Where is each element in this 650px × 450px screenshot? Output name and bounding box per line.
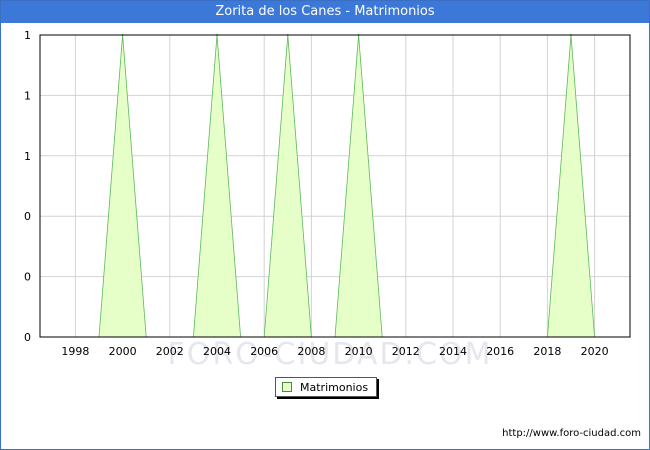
x-tick-label: 2012 <box>392 345 420 358</box>
y-tick-label: 0 <box>24 271 31 284</box>
x-tick-label: 2008 <box>297 345 325 358</box>
legend-swatch <box>282 382 292 392</box>
legend: Matrimonios <box>275 377 378 397</box>
y-tick-label: 1 <box>24 150 31 163</box>
y-tick-label: 1 <box>24 29 31 42</box>
x-tick-label: 1998 <box>61 345 89 358</box>
y-tick-label: 1 <box>24 89 31 102</box>
x-tick-label: 2014 <box>439 345 467 358</box>
x-tick-label: 2016 <box>486 345 514 358</box>
legend-label: Matrimonios <box>300 380 369 394</box>
x-tick-label: 2018 <box>533 345 561 358</box>
y-tick-label: 0 <box>24 210 31 223</box>
x-tick-label: 2006 <box>250 345 278 358</box>
y-axis: 0 0 0 1 1 1 <box>24 29 31 344</box>
x-tick-label: 2010 <box>345 345 373 358</box>
x-tick-label: 2020 <box>581 345 609 358</box>
source-credit: http://www.foro-ciudad.com <box>502 428 641 439</box>
x-tick-label: 2002 <box>156 345 184 358</box>
y-tick-label: 0 <box>24 331 31 344</box>
x-tick-label: 2000 <box>109 345 137 358</box>
x-tick-label: 2004 <box>203 345 231 358</box>
